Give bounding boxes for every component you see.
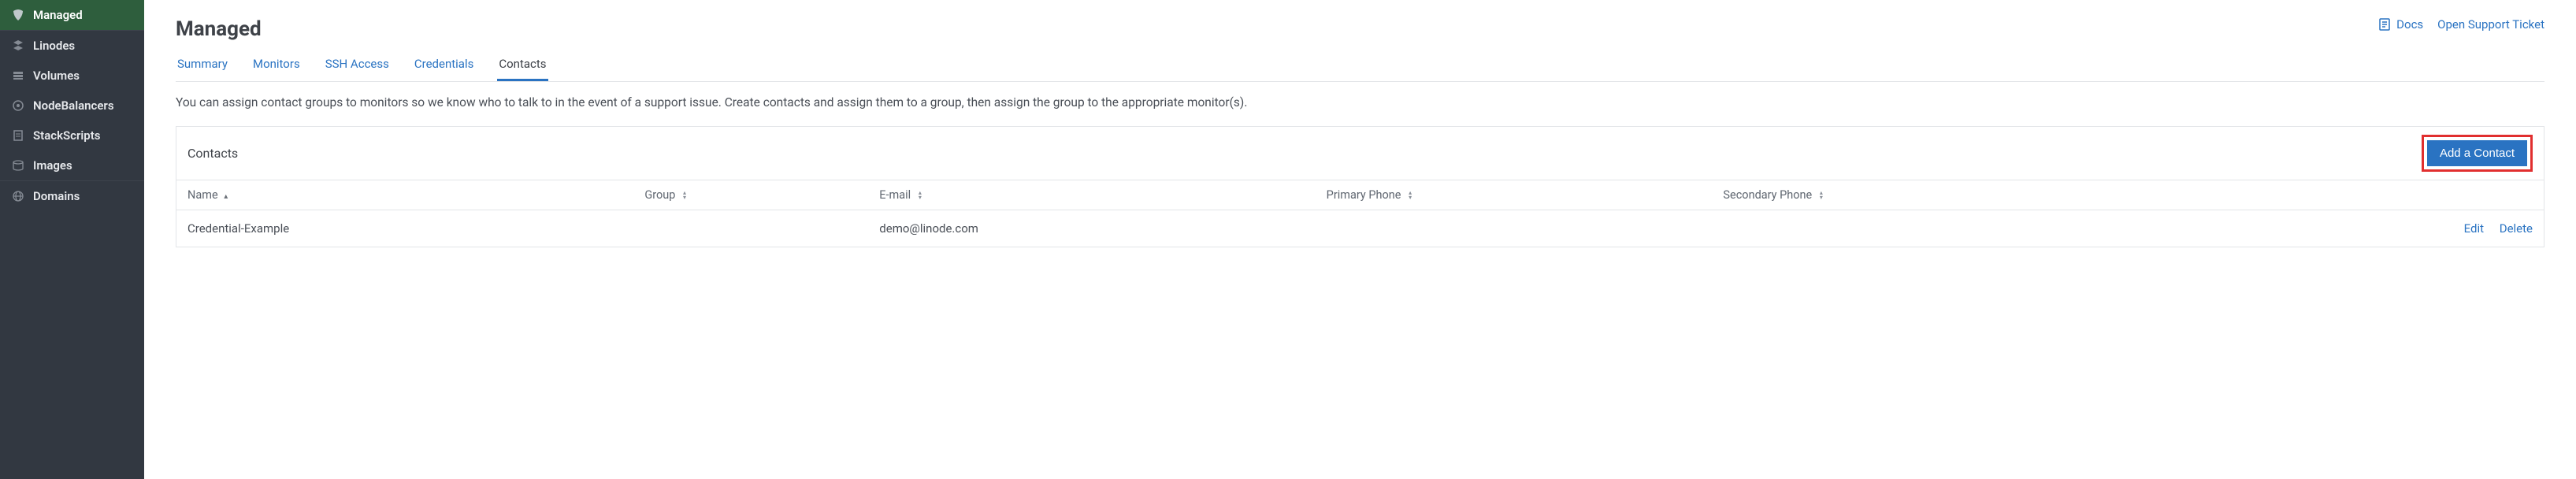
tab-ssh-access[interactable]: SSH Access [324,50,391,81]
col-group[interactable]: Group ▴▾ [633,180,868,210]
docs-icon [2377,17,2392,32]
domains-icon [11,189,25,203]
sidebar-item-managed[interactable]: Managed [0,0,144,30]
sidebar-item-label: StackScripts [33,128,100,143]
tab-summary[interactable]: Summary [176,50,229,81]
open-support-ticket-link[interactable]: Open Support Ticket [2437,17,2544,32]
sidebar-item-label: Managed [33,8,83,22]
sidebar-item-linodes[interactable]: Linodes [0,31,144,61]
volumes-icon [11,69,25,83]
contacts-table: Name ▴ Group ▴▾ E-mail ▴▾ Primary Phon [176,180,2544,247]
helptext: You can assign contact groups to monitor… [176,93,2544,112]
cell-email: demo@linode.com [868,210,1315,247]
edit-link[interactable]: Edit [2464,221,2484,236]
delete-link[interactable]: Delete [2500,221,2533,236]
sidebar-item-label: Volumes [33,69,80,83]
add-contact-button[interactable]: Add a Contact [2427,140,2527,166]
managed-icon [11,8,25,22]
cell-primary-phone [1316,210,1713,247]
sidebar-item-volumes[interactable]: Volumes [0,61,144,91]
highlight-annotation: Add a Contact [2422,135,2533,172]
sidebar-item-nodebalancers[interactable]: NodeBalancers [0,91,144,121]
nodebalancers-icon [11,98,25,113]
contacts-card: Contacts Add a Contact Name ▴ Gro [176,126,2544,247]
sidebar-item-label: Domains [33,189,80,203]
sort-icon: ▴▾ [683,191,686,200]
sidebar-item-label: Images [33,158,72,173]
col-secondary-phone[interactable]: Secondary Phone ▴▾ [1712,180,2161,210]
card-title: Contacts [187,146,238,161]
sidebar: Managed Linodes Volumes NodeBalancers S [0,0,144,479]
tabs: Summary Monitors SSH Access Credentials … [176,50,2544,82]
docs-link[interactable]: Docs [2377,17,2423,32]
tab-monitors[interactable]: Monitors [251,50,302,81]
cell-name: Credential-Example [176,210,633,247]
sort-icon: ▴▾ [919,191,922,200]
images-icon [11,158,25,173]
sidebar-item-images[interactable]: Images [0,150,144,180]
docs-label: Docs [2396,17,2423,32]
cell-secondary-phone [1712,210,2161,247]
cell-group [633,210,868,247]
col-primary-phone[interactable]: Primary Phone ▴▾ [1316,180,1713,210]
cell-actions: Edit Delete [2162,210,2544,247]
sidebar-item-label: NodeBalancers [33,98,114,113]
sort-asc-icon: ▴ [224,192,228,201]
table-row: Credential-Example demo@linode.com Edit … [176,210,2544,247]
linodes-icon [11,39,25,53]
stackscripts-icon [11,128,25,143]
sort-icon: ▴▾ [1409,191,1412,200]
page-title: Managed [176,17,262,41]
header-links: Docs Open Support Ticket [2377,17,2544,32]
col-actions [2162,180,2544,210]
tab-credentials[interactable]: Credentials [413,50,475,81]
sidebar-item-stackscripts[interactable]: StackScripts [0,121,144,150]
support-ticket-label: Open Support Ticket [2437,17,2544,32]
sort-icon: ▴▾ [1820,191,1823,200]
main-content: Managed Docs Open Support Ticket Summary… [144,0,2576,479]
sidebar-item-domains[interactable]: Domains [0,181,144,211]
sidebar-item-label: Linodes [33,39,75,53]
tab-contacts[interactable]: Contacts [497,50,547,81]
col-name[interactable]: Name ▴ [176,180,633,210]
col-email[interactable]: E-mail ▴▾ [868,180,1315,210]
